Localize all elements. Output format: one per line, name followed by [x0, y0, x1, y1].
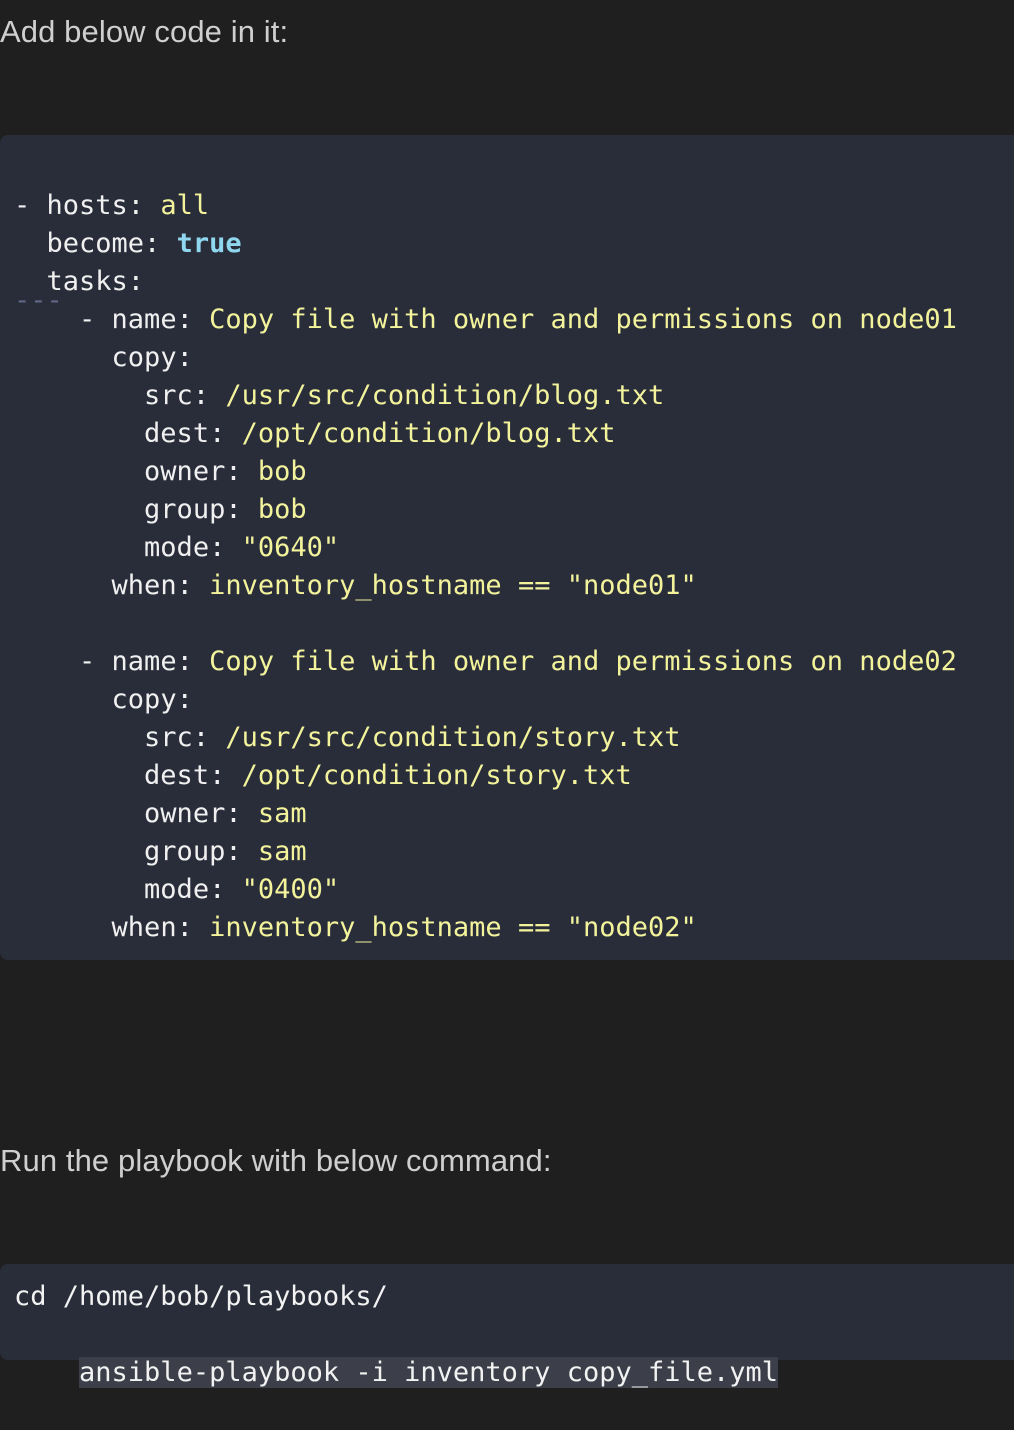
yaml-value: "0400" [241, 874, 340, 905]
yaml-value: /opt/condition/blog.txt [241, 418, 616, 449]
yaml-indent [14, 836, 144, 867]
yaml-line: dest: /opt/condition/blog.txt [14, 415, 615, 453]
yaml-key: mode: [144, 532, 242, 563]
yaml-key: copy: [111, 684, 193, 715]
yaml-line: mode: "0400" [14, 871, 339, 909]
yaml-line: dest: /opt/condition/story.txt [14, 757, 632, 795]
yaml-key: tasks: [46, 266, 145, 297]
yaml-value: /opt/condition/story.txt [241, 760, 632, 791]
yaml-code-block[interactable]: - - - - hosts: all become: true tasks: - n… [0, 135, 1014, 960]
yaml-indent [14, 342, 112, 373]
yaml-indent [14, 418, 144, 449]
command-code-block[interactable]: cd /home/bob/playbooks/ ansible-playbook… [0, 1264, 1014, 1388]
yaml-value: sam [257, 836, 307, 867]
yaml-value: true [176, 228, 242, 259]
yaml-indent [14, 266, 47, 297]
yaml-line: src: /usr/src/condition/blog.txt [14, 377, 664, 415]
yaml-key: group: [144, 836, 258, 867]
yaml-value: sam [257, 798, 307, 829]
yaml-indent [14, 646, 79, 677]
yaml-line: group: bob [14, 491, 307, 529]
yaml-key: name: [111, 304, 210, 335]
yaml-list-dash: - [79, 646, 112, 677]
yaml-value: /usr/src/condition/story.txt [225, 722, 681, 753]
yaml-key: dest: [144, 760, 242, 791]
yaml-key: hosts: [46, 190, 161, 221]
run-instruction-text: Run the playbook with below command: [0, 1143, 552, 1178]
yaml-indent [14, 912, 112, 943]
yaml-line: mode: "0640" [14, 529, 339, 567]
yaml-value: Copy file with owner and permissions on … [209, 304, 957, 335]
yaml-line: - name: Copy file with owner and permiss… [14, 643, 957, 681]
yaml-line: - hosts: all [14, 187, 209, 225]
yaml-line: copy: [14, 681, 193, 719]
command-line-ansible: ansible-playbook -i inventory copy_file.… [14, 1316, 779, 1388]
yaml-line: become: true [14, 225, 242, 263]
yaml-line: when: inventory_hostname == "node01" [14, 567, 697, 605]
yaml-key: owner: [144, 456, 258, 487]
yaml-indent [14, 722, 144, 753]
yaml-line: copy: [14, 339, 193, 377]
yaml-indent [14, 760, 144, 791]
yaml-key: dest: [144, 418, 242, 449]
yaml-key: src: [144, 722, 226, 753]
yaml-value: inventory_hostname == "node01" [209, 570, 697, 601]
command-line-cd: cd /home/bob/playbooks/ [14, 1281, 388, 1312]
yaml-value: bob [257, 494, 307, 525]
intro-text: Add below code in it: [0, 14, 289, 49]
yaml-value: Copy file with owner and permissions on … [209, 646, 957, 677]
yaml-indent [14, 798, 144, 829]
yaml-line: src: /usr/src/condition/story.txt [14, 719, 680, 757]
yaml-line: group: sam [14, 833, 307, 871]
yaml-line: when: inventory_hostname == "node02" [14, 909, 697, 947]
yaml-key: group: [144, 494, 258, 525]
yaml-key: when: [111, 912, 210, 943]
yaml-indent [14, 684, 112, 715]
yaml-indent [14, 570, 112, 601]
yaml-key: src: [144, 380, 226, 411]
yaml-indent [14, 228, 47, 259]
yaml-line: - name: Copy file with owner and permiss… [14, 301, 957, 339]
yaml-key: copy: [111, 342, 193, 373]
yaml-key: name: [111, 646, 210, 677]
yaml-line: owner: sam [14, 795, 307, 833]
yaml-indent [14, 456, 144, 487]
yaml-key: become: [46, 228, 177, 259]
yaml-indent [14, 304, 79, 335]
yaml-key: mode: [144, 874, 242, 905]
yaml-value: "0640" [241, 532, 340, 563]
yaml-list-dash: - [79, 304, 112, 335]
yaml-value: all [160, 190, 210, 221]
yaml-key: when: [111, 570, 210, 601]
selected-command-text: ansible-playbook -i inventory copy_file.… [79, 1357, 779, 1388]
yaml-list-dash: - [14, 190, 47, 221]
yaml-value: inventory_hostname == "node02" [209, 912, 697, 943]
yaml-line: owner: bob [14, 453, 307, 491]
yaml-indent [14, 380, 144, 411]
yaml-value: /usr/src/condition/blog.txt [225, 380, 665, 411]
yaml-indent [14, 874, 144, 905]
yaml-value: bob [257, 456, 307, 487]
yaml-indent [14, 532, 144, 563]
yaml-indent [14, 494, 144, 525]
yaml-line: tasks: [14, 263, 145, 301]
yaml-key: owner: [144, 798, 258, 829]
